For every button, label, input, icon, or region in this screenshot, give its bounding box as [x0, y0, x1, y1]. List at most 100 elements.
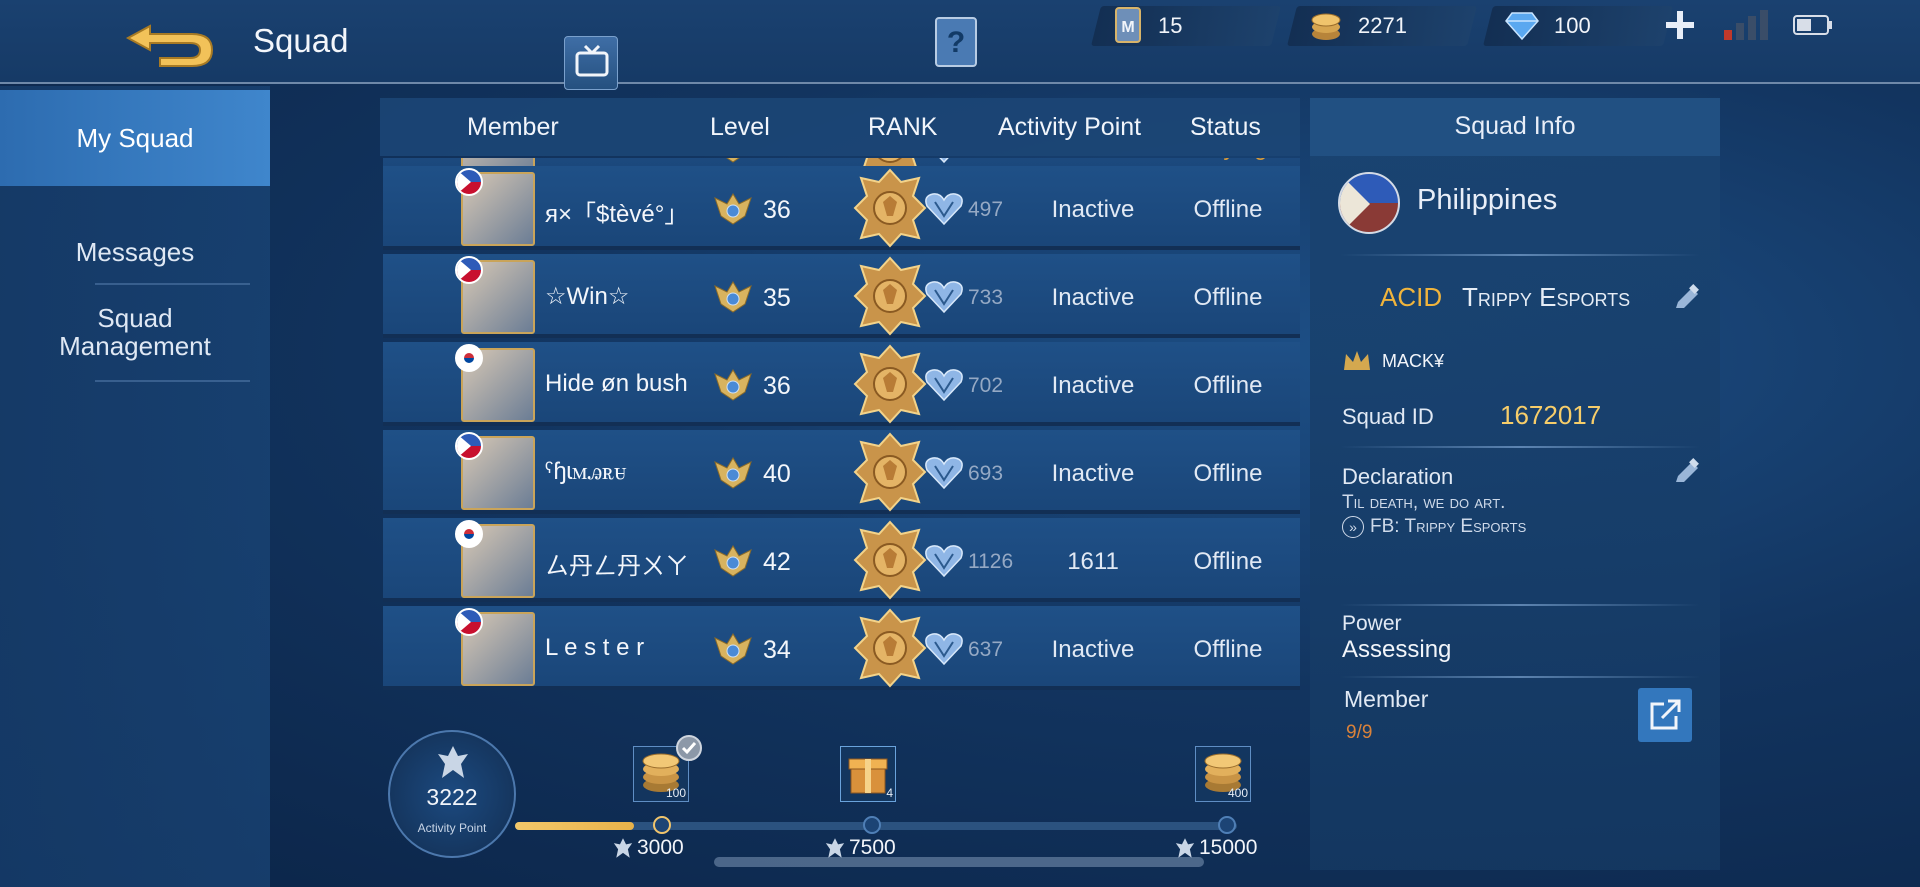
- rank-points-icon: [923, 456, 965, 490]
- country-flag-icon: [455, 432, 483, 460]
- rank-emblem-icon: [853, 344, 927, 424]
- card-icon: M: [1115, 7, 1141, 43]
- coins-resource: 2271: [1287, 6, 1477, 46]
- squad-id: 1672017: [1500, 400, 1602, 430]
- reward-count: 4: [886, 786, 893, 800]
- member-status: Offline: [1193, 196, 1263, 223]
- squad-info-panel: Squad Info Philippines ACID Trippy Espor…: [1310, 98, 1720, 870]
- cards-count: 15: [1158, 13, 1183, 38]
- member-status: Offline: [1193, 636, 1263, 663]
- back-button[interactable]: [120, 12, 220, 72]
- activity-point-label: Activity Point: [417, 821, 487, 835]
- nav-messages[interactable]: Messages: [0, 232, 270, 272]
- member-label: Member: [1344, 686, 1429, 712]
- table-row[interactable]: ㄙ丹ㄥ丹ㄨㄚ 42 1126 1611 Offline: [383, 518, 1300, 602]
- member-name: я×「$tèvé°」: [545, 201, 689, 228]
- squad-info-title: Squad Info: [1310, 98, 1720, 156]
- crown-icon: [1344, 351, 1370, 370]
- table-header: Member Level RANK Activity Point Status: [380, 98, 1300, 156]
- coins-count: 2271: [1358, 13, 1407, 38]
- edit-declaration-icon[interactable]: [1670, 456, 1704, 490]
- member-name: Unique.: [545, 158, 628, 160]
- country-flag-icon: [455, 344, 483, 372]
- rank-emblem-icon: [853, 608, 927, 688]
- country-flag-icon: [455, 168, 483, 196]
- level-badge-icon: [713, 158, 753, 164]
- page-title: Squad: [253, 22, 349, 59]
- declaration-line-2-text: FB: Trippy Esports: [1370, 516, 1527, 537]
- avatar[interactable]: [455, 168, 535, 246]
- table-row[interactable]: ˤɧɩꮇꭿꭱꮜ 40 693 Inactive Offline: [383, 430, 1300, 514]
- nav-my-squad[interactable]: My Squad: [0, 90, 270, 186]
- plus-button[interactable]: [1663, 8, 1697, 42]
- member-level: 34: [763, 636, 791, 664]
- top-bar: Squad ? M 15 2271 100: [0, 0, 1920, 84]
- table-row[interactable]: ☆Win☆ 35 733 Inactive Offline: [383, 254, 1300, 338]
- signal-icon: [1724, 10, 1768, 40]
- column-level: Level: [710, 113, 770, 141]
- declaration-line-2: » FB: Trippy Esports: [1342, 516, 1526, 538]
- declaration-line-1: Til death, we do art.: [1342, 492, 1506, 513]
- reward-count: 400: [1227, 786, 1248, 800]
- milestone-value: 15000: [1199, 836, 1258, 859]
- milestone-3000: 3000: [612, 836, 684, 860]
- divider: [1340, 604, 1700, 606]
- rank-points-icon: [923, 632, 965, 666]
- avatar[interactable]: [455, 432, 535, 510]
- circled-arrow-icon: »: [1342, 516, 1364, 538]
- table-row[interactable]: Hide øn bush 36 702 Inactive Offline: [383, 342, 1300, 426]
- member-level: 35: [763, 284, 791, 312]
- gems-resource: 100: [1483, 6, 1673, 46]
- member-list[interactable]: Unique.35729InactivePlayingя×「$tèvé°」364…: [383, 158, 1300, 718]
- nav-divider: [95, 283, 250, 285]
- left-nav: My Squad Messages Squad Management: [0, 86, 270, 887]
- reward-slot-2[interactable]: 4: [840, 746, 896, 802]
- avatar[interactable]: [455, 608, 535, 686]
- table-row[interactable]: я×「$tèvé°」 36 497 Inactive Offline: [383, 166, 1300, 250]
- claimed-check-icon: [676, 735, 702, 761]
- nav-divider: [95, 380, 250, 382]
- divider: [1340, 446, 1700, 448]
- rank-emblem-icon: [853, 432, 927, 512]
- help-icon[interactable]: ?: [934, 16, 978, 68]
- level-badge-icon: [713, 368, 753, 402]
- rank-points: 729: [968, 158, 1003, 160]
- declaration-label: Declaration: [1342, 464, 1454, 489]
- nav-squad-management[interactable]: Squad Management: [0, 300, 270, 364]
- activity-emblem-icon: [1175, 838, 1195, 858]
- reward-slot-1[interactable]: 100: [633, 735, 702, 802]
- reward-slot-3[interactable]: 400: [1195, 746, 1251, 802]
- activity-point-circle: 3222 Activity Point: [388, 730, 516, 858]
- cards-resource: M 15: [1091, 6, 1281, 46]
- rank-points: 702: [968, 374, 1004, 397]
- divider: [1340, 676, 1700, 678]
- tv-icon[interactable]: [564, 36, 618, 90]
- rank-points: 693: [968, 462, 1004, 485]
- table-row[interactable]: L e s t e r 34 637 Inactive Offline: [383, 606, 1300, 690]
- level-badge-icon: [713, 544, 753, 578]
- power-label: Power: [1342, 612, 1402, 635]
- rank-points-icon: [923, 544, 965, 578]
- avatar[interactable]: [455, 256, 535, 334]
- rank-points-icon: [923, 368, 965, 402]
- rank-points-icon: [923, 280, 965, 314]
- horizontal-scrollbar[interactable]: [714, 857, 1204, 867]
- rank-points: 497: [968, 198, 1004, 221]
- open-member-list-button[interactable]: [1638, 688, 1692, 742]
- avatar[interactable]: [455, 520, 535, 598]
- member-name: L e s t e r: [545, 634, 645, 661]
- edit-name-icon[interactable]: [1670, 282, 1704, 316]
- milestone-value: 3000: [637, 836, 684, 859]
- column-member: Member: [467, 113, 559, 141]
- rank-emblem-icon: [853, 256, 927, 336]
- country-flag-icon: [455, 608, 483, 636]
- level-badge-icon: [713, 280, 753, 314]
- rank-emblem-icon: [853, 168, 927, 248]
- activity-emblem-icon: [438, 746, 468, 778]
- avatar[interactable]: [455, 344, 535, 422]
- member-name: ˤɧɩꮇꭿꭱꮜ: [545, 458, 627, 485]
- battery-icon: [1793, 15, 1833, 35]
- milestone-dot: [1218, 816, 1236, 834]
- plus-icon: [1666, 11, 1694, 39]
- member-name: Hide øn bush: [545, 370, 688, 397]
